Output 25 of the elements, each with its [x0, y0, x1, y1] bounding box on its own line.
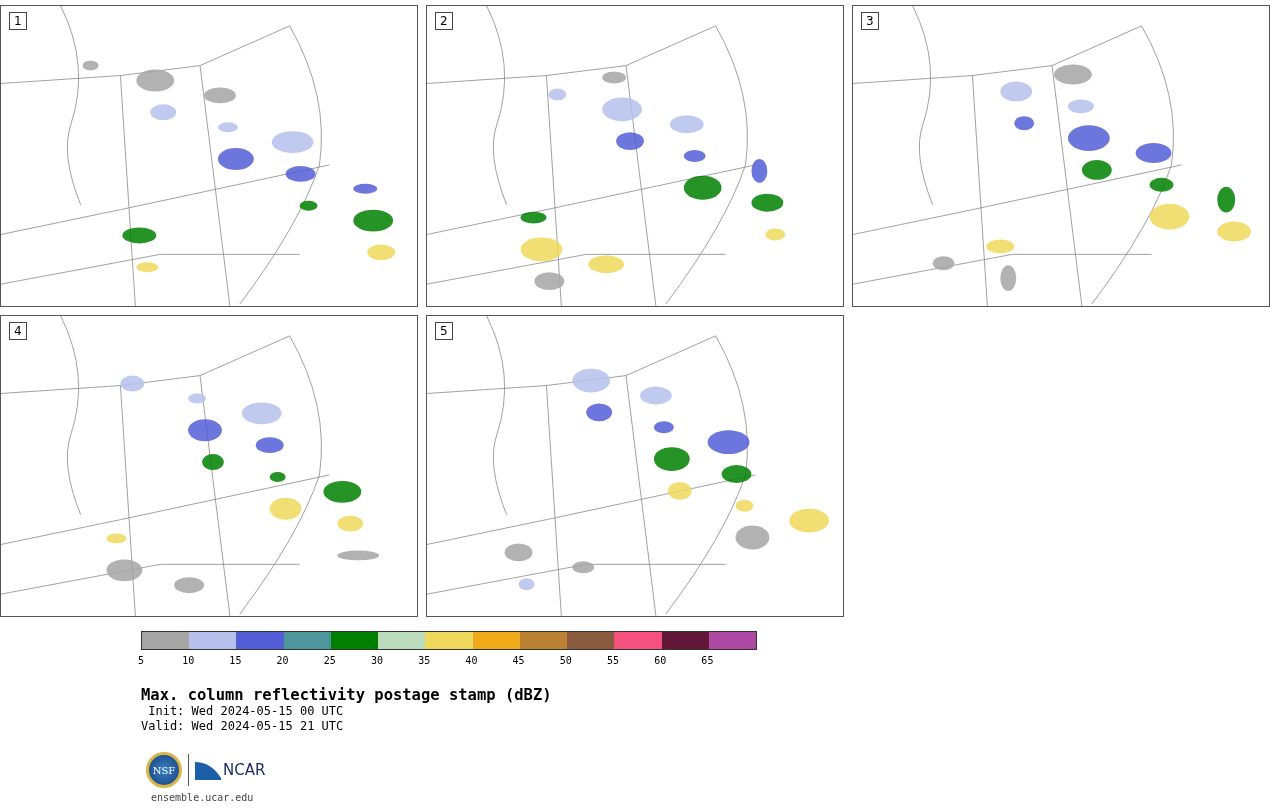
panel-number: 4 — [9, 322, 27, 340]
tick-label: 25 — [323, 655, 336, 666]
panel-number: 3 — [861, 12, 879, 30]
tick-label: 55 — [607, 655, 619, 666]
tick-label: 60 — [654, 655, 667, 666]
init-time: Init: Wed 2024-05-15 00 UTC — [147, 704, 345, 719]
swoosh-icon — [195, 760, 221, 780]
tick-label: 5 — [138, 655, 144, 666]
tick-label: 10 — [182, 655, 195, 666]
tick-label: 30 — [371, 655, 383, 666]
chart-title: Max. column reflectivity postage stamp (dBZ) — [141, 686, 553, 704]
panel-number: 2 — [435, 12, 453, 30]
tick-label: 35 — [418, 655, 431, 666]
logo-wordmark: NCAR — [223, 761, 266, 779]
tick-label: 15 — [229, 655, 242, 666]
tick-label: 20 — [276, 655, 289, 666]
valid-time: Valid: Wed 2024-05-15 21 UTC — [141, 719, 345, 734]
tick-label: 45 — [512, 655, 525, 666]
seal-logo: NSF — [146, 752, 182, 788]
tick-label: 50 — [559, 655, 572, 666]
tick-label: 40 — [465, 655, 478, 666]
tick-label: 65 — [701, 655, 714, 666]
panel-number: 1 — [9, 12, 27, 30]
website-url: ensemble.ucar.edu — [151, 792, 255, 803]
panel-number: 5 — [435, 322, 453, 340]
